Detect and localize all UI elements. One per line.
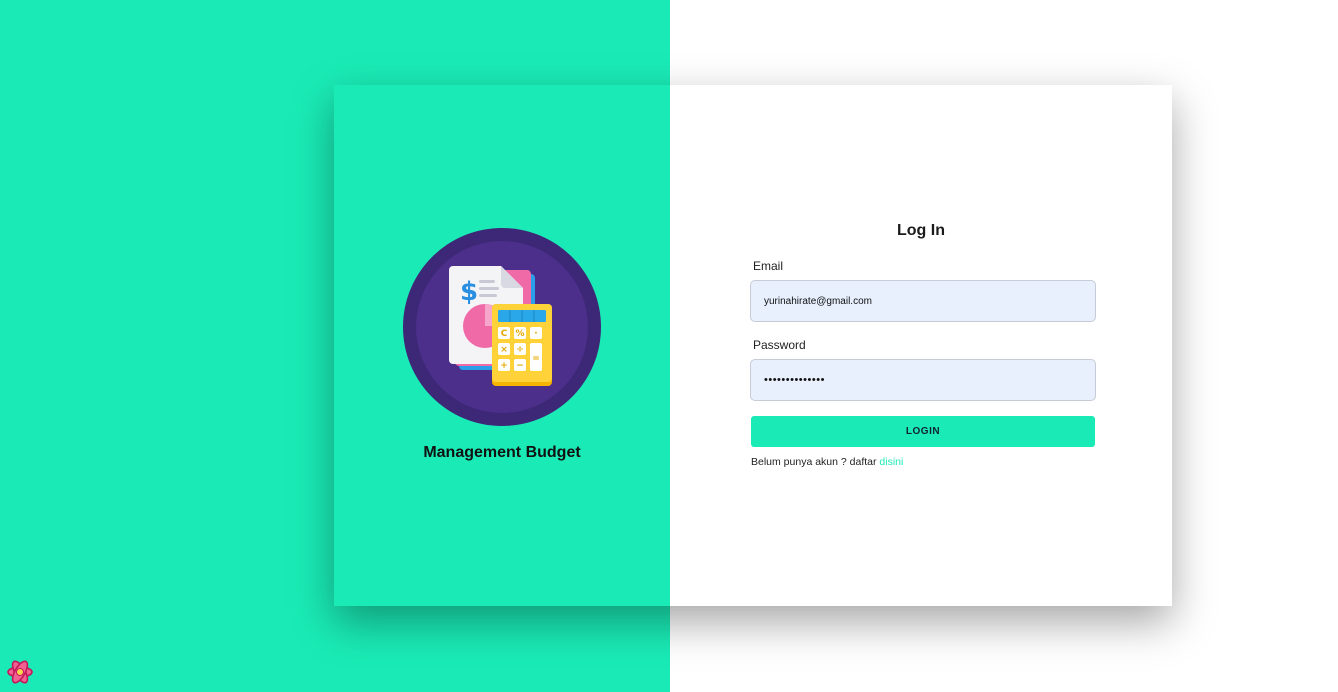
svg-text:÷: ÷	[516, 345, 524, 355]
app-title: Management Budget	[423, 444, 581, 461]
password-field[interactable]: ••••••••••••••	[750, 359, 1096, 401]
svg-text:·: ·	[534, 329, 537, 339]
login-panel: Log In Email yurinahirate@gmail.com Pass…	[670, 85, 1172, 606]
brand-panel: $ C % · × ÷ = + − Management Budget	[334, 85, 670, 606]
svg-text:C: C	[501, 329, 508, 339]
password-label: Password	[753, 338, 806, 352]
svg-text:%: %	[515, 329, 524, 339]
svg-text:+: +	[500, 361, 508, 371]
login-button[interactable]: LOGIN	[751, 416, 1095, 447]
svg-text:$: $	[460, 277, 478, 307]
svg-text:=: =	[532, 354, 540, 364]
svg-text:−: −	[516, 361, 524, 371]
email-field[interactable]: yurinahirate@gmail.com	[750, 280, 1096, 322]
react-icon[interactable]	[6, 658, 34, 686]
budget-calculator-icon: $ C % · × ÷ = + −	[403, 228, 601, 426]
login-title: Log In	[897, 222, 945, 239]
signup-text: Belum punya akun ? daftar	[751, 456, 877, 468]
signup-link[interactable]: disini	[879, 456, 903, 468]
signup-prompt: Belum punya akun ? daftar disini	[751, 456, 903, 468]
svg-text:×: ×	[500, 345, 508, 355]
login-card: $ C % · × ÷ = + − Management Budget Log …	[334, 85, 1172, 606]
email-label: Email	[753, 259, 784, 273]
